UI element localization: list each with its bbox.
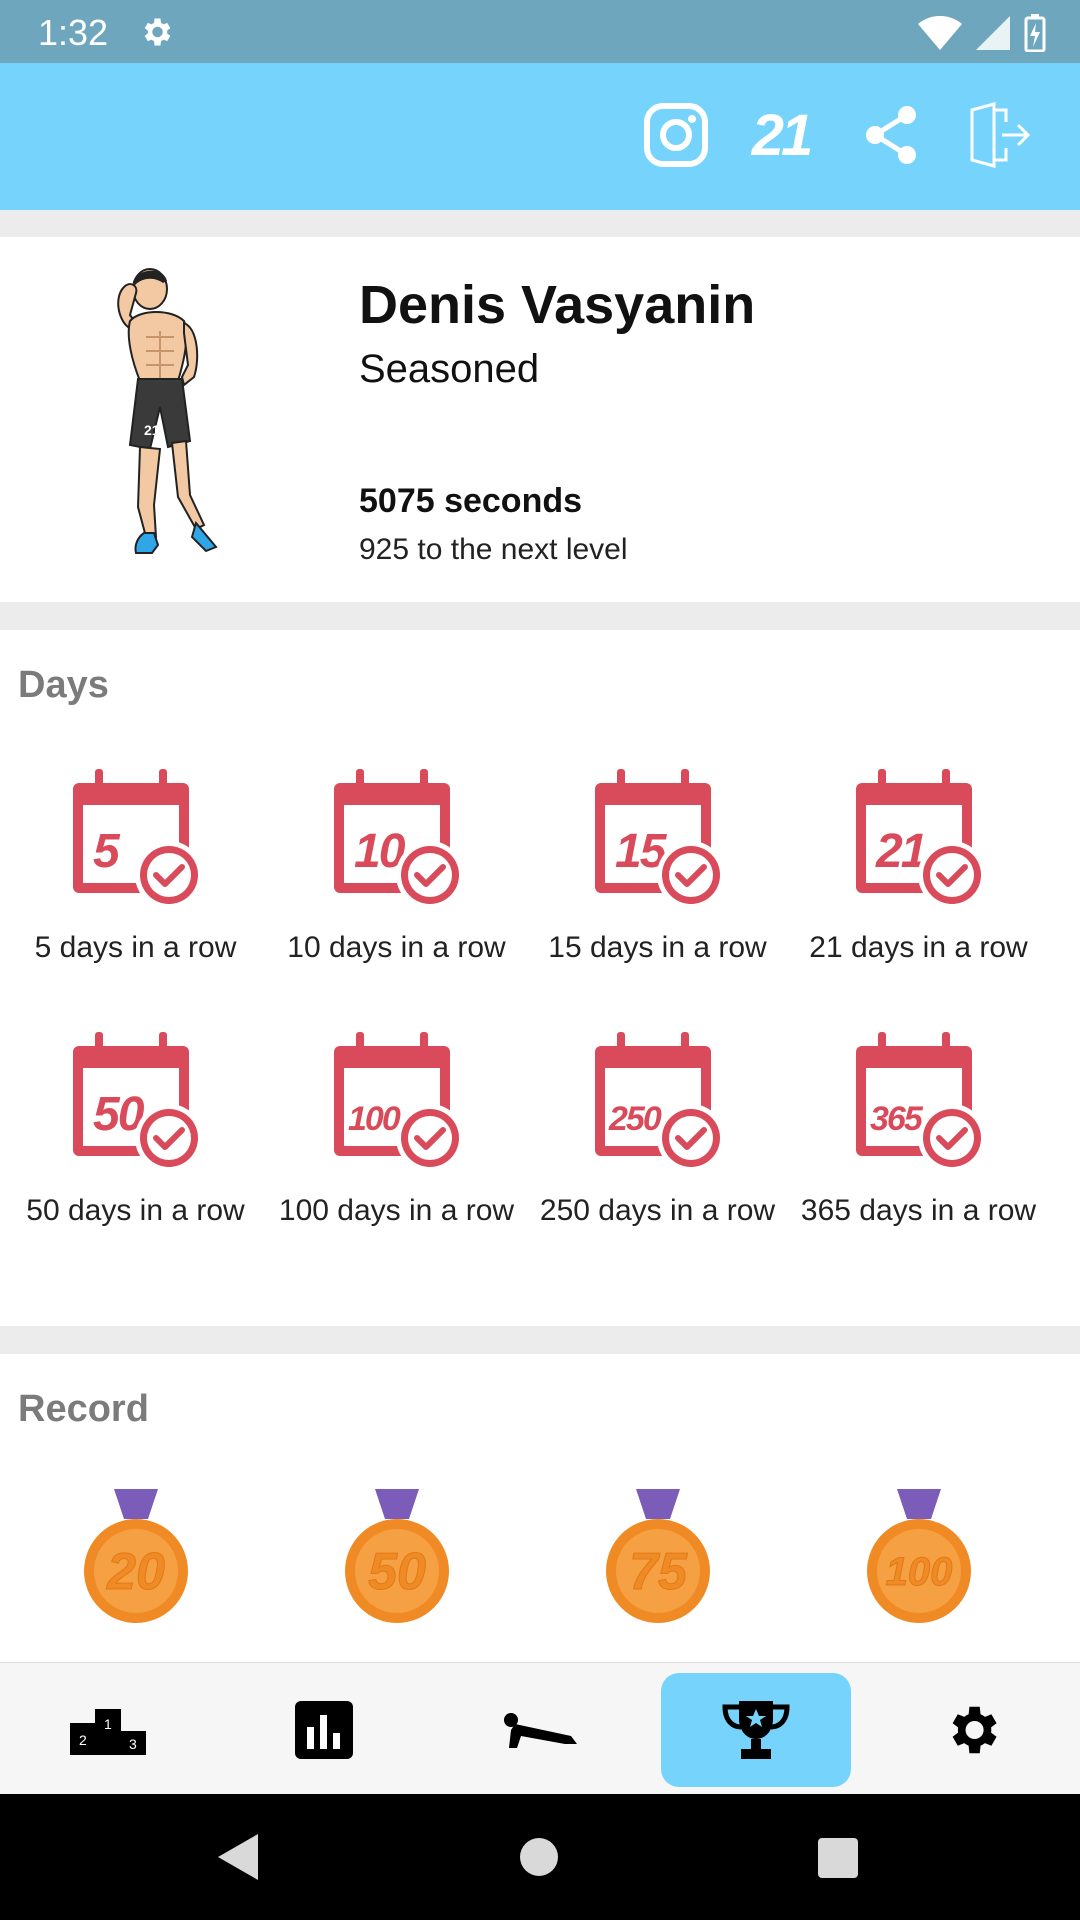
days-section-title: Days: [18, 664, 109, 706]
recents-icon[interactable]: [818, 1838, 858, 1878]
achievement-label: 15 days in a row: [548, 931, 767, 964]
nav-achievements[interactable]: [661, 1673, 851, 1787]
app-bar: 21: [0, 63, 1080, 210]
calendar-check-icon: 5: [72, 769, 203, 909]
back-icon[interactable]: [218, 1834, 258, 1880]
exit-door-icon: [970, 102, 1031, 168]
achievement-days-21[interactable]: 21 21 days in a row: [788, 765, 1049, 967]
record-section-title: Record: [18, 1388, 149, 1430]
achievement-days-100[interactable]: 100 100 days in a row: [266, 1028, 527, 1230]
user-name: Denis Vasyanin: [359, 275, 756, 335]
user-rank: Seasoned: [359, 347, 540, 391]
achievement-label: 5 days in a row: [34, 931, 237, 964]
svg-text:3: 3: [129, 1736, 137, 1752]
logout-button[interactable]: [963, 99, 1035, 171]
svg-text:100: 100: [348, 1100, 401, 1138]
achievement-days-250[interactable]: 250 250 days in a row: [527, 1028, 788, 1230]
avatar-number: 21: [144, 422, 160, 438]
svg-text:5: 5: [93, 825, 121, 878]
nav-workout[interactable]: [445, 1673, 635, 1787]
svg-text:21: 21: [875, 825, 926, 878]
achievement-label: 365 days in a row: [800, 1194, 1037, 1227]
calendar-check-icon: 50: [72, 1032, 203, 1172]
days-row-1: 5 5 days in a row 10 10 days in a row 15…: [0, 765, 1080, 967]
svg-text:2: 2: [79, 1732, 87, 1748]
medal-icon: 100: [866, 1489, 971, 1623]
total-seconds: 5075 seconds: [359, 482, 583, 520]
app-21-button[interactable]: 21: [745, 99, 817, 171]
days-row-2: 50 50 days in a row 100 100 days in a ro…: [0, 1028, 1080, 1230]
plank-icon: [504, 1713, 577, 1748]
calendar-check-icon: 21: [855, 769, 986, 909]
achievement-days-50[interactable]: 50 50 days in a row: [5, 1028, 266, 1230]
svg-text:1: 1: [104, 1716, 112, 1732]
achievement-label: 10 days in a row: [287, 931, 506, 964]
achievement-label: 100 days in a row: [278, 1194, 515, 1227]
nav-settings[interactable]: [877, 1673, 1067, 1787]
system-navigation-bar: [0, 1794, 1080, 1920]
calendar-check-icon: 365: [855, 1032, 986, 1172]
achievement-days-10[interactable]: 10 10 days in a row: [266, 765, 527, 967]
next-level-text: 925 to the next level: [359, 533, 628, 566]
home-icon[interactable]: [520, 1838, 558, 1876]
svg-text:50: 50: [368, 1543, 426, 1601]
svg-text:75: 75: [629, 1543, 688, 1601]
svg-text:250: 250: [608, 1100, 662, 1138]
calendar-check-icon: 10: [333, 769, 464, 909]
gear-icon: [952, 1706, 997, 1754]
share-button[interactable]: [855, 99, 927, 171]
signal-icon: [976, 16, 1010, 50]
record-medal-75[interactable]: 75: [527, 1489, 788, 1634]
record-medal-50[interactable]: 50: [266, 1489, 527, 1634]
calendar-check-icon: 250: [594, 1032, 725, 1172]
trophy-icon: [722, 1701, 790, 1759]
calendar-check-icon: 15: [594, 769, 725, 909]
achievement-days-5[interactable]: 5 5 days in a row: [5, 765, 266, 967]
podium-icon: 2 1 3: [70, 1709, 146, 1755]
bottom-navigation: 2 1 3: [0, 1662, 1080, 1794]
battery-icon: [1024, 14, 1046, 52]
record-row: 20 50 75 100: [0, 1489, 1080, 1634]
svg-text:365: 365: [870, 1100, 924, 1138]
21-logo-icon: 21: [751, 102, 813, 168]
instagram-icon: [644, 103, 708, 167]
medal-icon: 20: [83, 1489, 188, 1623]
days-card: Days 5 5 days in a row 10 10 days in a r…: [0, 630, 1080, 1326]
instagram-button[interactable]: [640, 99, 712, 171]
achievement-label: 50 days in a row: [26, 1194, 245, 1227]
medal-icon: 50: [344, 1489, 449, 1623]
record-card: Record 20 50 75 100: [0, 1354, 1080, 1664]
achievement-label: 21 days in a row: [809, 931, 1028, 964]
record-medal-100[interactable]: 100: [788, 1489, 1049, 1634]
profile-card: 21 Denis Vasyanin Seasoned 5075 seconds …: [0, 237, 1080, 602]
medal-icon: 75: [605, 1489, 710, 1623]
record-medal-20[interactable]: 20: [5, 1489, 266, 1634]
achievement-days-365[interactable]: 365 365 days in a row: [788, 1028, 1049, 1230]
svg-text:20: 20: [106, 1543, 165, 1601]
calendar-check-icon: 100: [333, 1032, 464, 1172]
nav-statistics[interactable]: [229, 1673, 419, 1787]
nav-leaderboard[interactable]: 2 1 3: [13, 1673, 203, 1787]
achievement-label: 250 days in a row: [539, 1194, 776, 1227]
achievement-days-15[interactable]: 15 15 days in a row: [527, 765, 788, 967]
wifi-icon: [918, 16, 962, 50]
settings-icon: [144, 18, 171, 46]
status-time: 1:32: [38, 12, 109, 53]
status-bar: 1:32: [0, 0, 1080, 63]
svg-text:100: 100: [885, 1550, 952, 1594]
bar-chart-icon: [295, 1701, 353, 1759]
avatar: 21: [117, 268, 218, 554]
share-icon: [866, 106, 916, 164]
